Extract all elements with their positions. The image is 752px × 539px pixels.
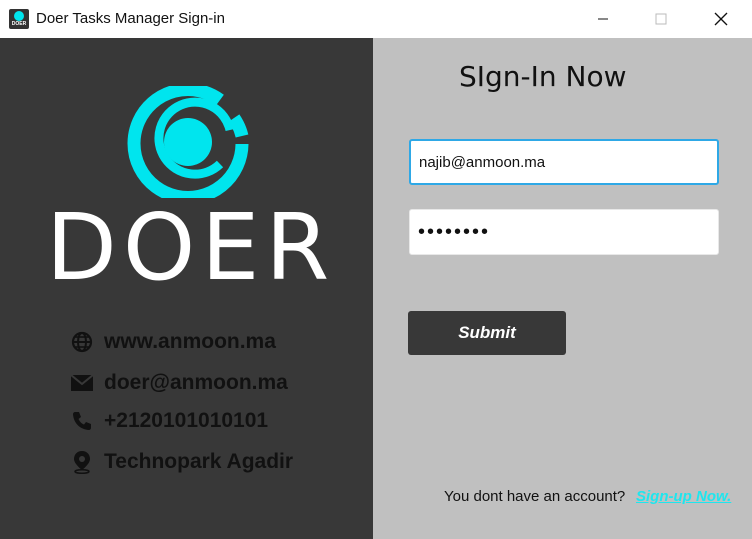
- email-input[interactable]: [409, 139, 719, 185]
- location-pin-icon: [70, 450, 94, 474]
- signin-heading: SIgn-In Now: [459, 60, 627, 93]
- submit-button[interactable]: Submit: [408, 311, 566, 355]
- app-icon: DOER: [9, 9, 29, 29]
- app-icon-circle: [14, 11, 24, 21]
- contact-address-text: Technopark Agadir: [104, 450, 294, 473]
- mail-icon: [70, 371, 94, 395]
- brand-wordmark: DOER: [46, 194, 336, 301]
- contact-phone: +2120101010101: [70, 409, 268, 433]
- signup-link[interactable]: Sign-up Now.: [636, 488, 731, 505]
- app-icon-text: DOER: [11, 21, 27, 27]
- phone-icon: [70, 409, 94, 433]
- password-input[interactable]: [409, 209, 719, 255]
- close-icon: [714, 12, 728, 26]
- brand-panel: DOER www.anmoon.ma doer@anmoon.ma +21201…: [0, 38, 373, 539]
- contact-website: www.anmoon.ma: [70, 330, 276, 354]
- signin-panel: SIgn-In Now Submit You dont have an acco…: [373, 38, 752, 539]
- globe-icon: [70, 330, 94, 354]
- contact-phone-text: +2120101010101: [104, 409, 269, 432]
- window-title: Doer Tasks Manager Sign-in: [36, 10, 225, 27]
- close-button[interactable]: [692, 0, 750, 38]
- contact-address: Technopark Agadir: [70, 450, 293, 474]
- minimize-button[interactable]: [574, 0, 632, 38]
- doer-logo-icon: [127, 86, 249, 198]
- title-bar: DOER Doer Tasks Manager Sign-in: [0, 0, 752, 39]
- maximize-icon: [655, 13, 667, 25]
- minimize-icon: [598, 18, 608, 20]
- contact-email-text: doer@anmoon.ma: [104, 371, 288, 394]
- contact-website-text: www.anmoon.ma: [104, 330, 276, 353]
- contact-email: doer@anmoon.ma: [70, 371, 288, 395]
- no-account-text: You dont have an account?: [444, 488, 626, 505]
- maximize-button[interactable]: [632, 0, 690, 38]
